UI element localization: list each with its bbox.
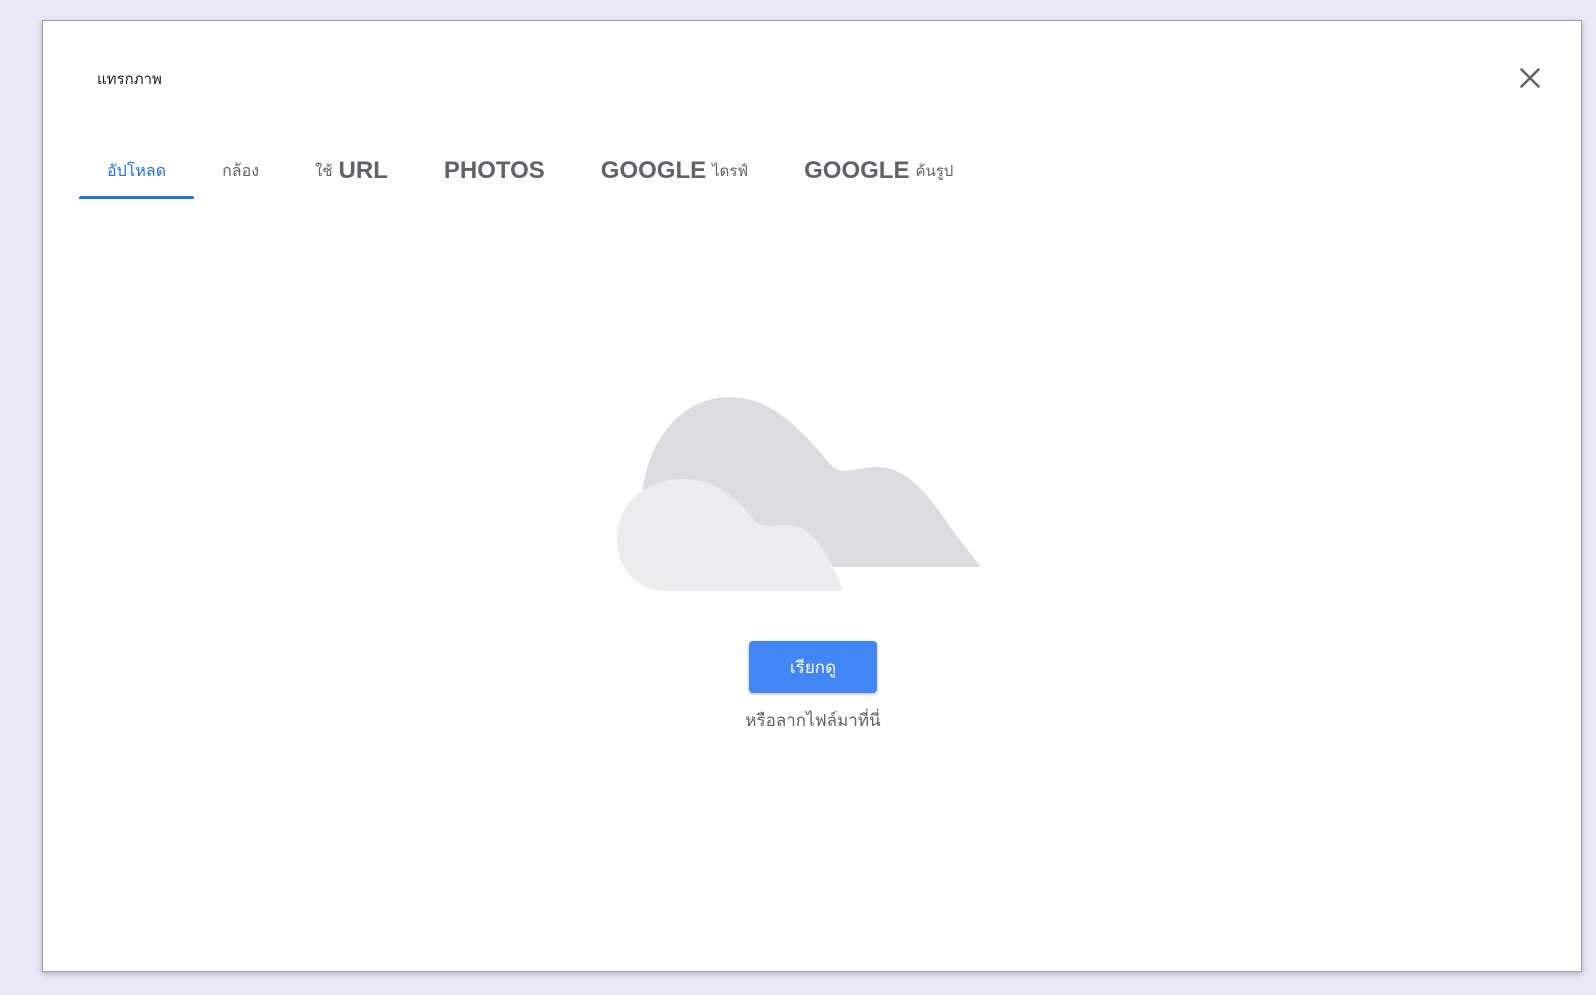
tab-photos-label: PHOTOS: [443, 157, 545, 184]
tab-google-drive-suffix: ไดรฟ์: [712, 162, 749, 180]
tab-url[interactable]: ใช้ URL: [287, 143, 416, 199]
cloud-illustration: [617, 397, 981, 591]
tab-url-label: ใช้: [315, 162, 333, 180]
browse-button-label: เรียกดู: [789, 657, 837, 678]
tab-camera[interactable]: กล้อง: [194, 143, 287, 199]
browse-button[interactable]: เรียกดู: [749, 641, 877, 693]
insert-image-dialog: แทรกภาพ อัปโหลด กล้อง ใช้ URL PHOTOS GOO…: [42, 20, 1582, 972]
tab-google-image-search-label: GOOGLE: [804, 157, 910, 184]
tab-photos[interactable]: PHOTOS: [416, 143, 573, 199]
tab-url-suffix: URL: [338, 157, 388, 184]
tab-google-drive[interactable]: GOOGLE ไดรฟ์: [573, 143, 776, 199]
tab-camera-label: กล้อง: [222, 160, 260, 180]
tab-google-drive-label: GOOGLE: [600, 157, 707, 184]
drop-hint-text: หรือลากไฟล์มาที่นี่: [745, 711, 881, 731]
tab-upload-label: อัปโหลด: [107, 160, 167, 180]
tab-google-image-search[interactable]: GOOGLE ค้นรูป: [776, 143, 981, 199]
close-icon: [1520, 68, 1540, 88]
dialog-title: แทรกภาพ: [97, 70, 162, 88]
close-button[interactable]: [1513, 61, 1547, 95]
tab-bar: อัปโหลด กล้อง ใช้ URL PHOTOS GOOGLE ไดรฟ…: [79, 143, 981, 199]
tab-google-image-search-suffix: ค้นรูป: [915, 162, 954, 180]
tab-upload[interactable]: อัปโหลด: [79, 143, 195, 199]
